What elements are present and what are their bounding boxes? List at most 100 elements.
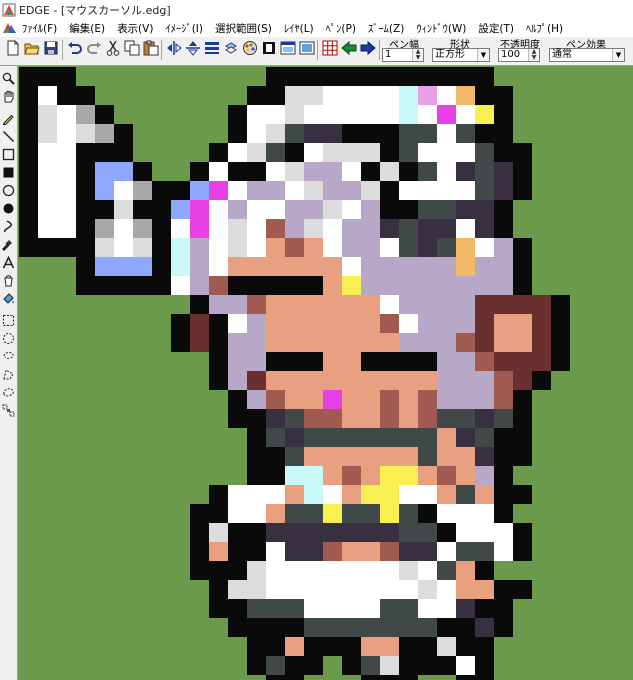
pixel bbox=[304, 561, 323, 580]
pixel bbox=[228, 295, 247, 314]
pixel bbox=[342, 276, 361, 295]
opacity-spinner[interactable]: 100 ▲ ▼ bbox=[498, 48, 540, 62]
dropdown-arrow-icon[interactable]: ▼ bbox=[612, 49, 624, 61]
undo-icon[interactable] bbox=[66, 39, 84, 57]
ellipse-select-icon[interactable] bbox=[1, 330, 16, 346]
rectangle-tool-icon[interactable] bbox=[1, 146, 16, 162]
menu-selection[interactable]: 選択範囲(S) bbox=[215, 21, 272, 36]
pixel bbox=[418, 257, 437, 276]
menu-help[interactable]: ﾍﾙﾌﾟ(H) bbox=[526, 21, 563, 36]
document-icon[interactable] bbox=[2, 21, 18, 35]
pixel bbox=[532, 295, 551, 314]
pencil-icon[interactable] bbox=[1, 110, 16, 126]
filled-ellipse-icon[interactable] bbox=[1, 200, 16, 216]
pixel bbox=[285, 485, 304, 504]
flip-vertical-icon[interactable] bbox=[184, 39, 202, 57]
copy-icon[interactable] bbox=[123, 39, 141, 57]
lasso-select-icon[interactable] bbox=[1, 348, 16, 364]
layer-icon[interactable] bbox=[222, 39, 240, 57]
pixel bbox=[380, 447, 399, 466]
menu-settings[interactable]: 設定(T) bbox=[478, 21, 514, 36]
new-file-icon[interactable] bbox=[4, 39, 22, 57]
preview-window-icon[interactable] bbox=[279, 39, 297, 57]
horizontal-lines-icon[interactable] bbox=[203, 39, 221, 57]
menu-pen[interactable]: ﾍﾟﾝ(P) bbox=[326, 21, 356, 36]
pixel bbox=[76, 200, 95, 219]
hand-tool-icon[interactable] bbox=[1, 88, 16, 104]
pixel bbox=[171, 181, 190, 200]
zoom-magnifier-icon[interactable] bbox=[1, 70, 16, 86]
flip-horizontal-icon[interactable] bbox=[165, 39, 183, 57]
pixel bbox=[57, 124, 76, 143]
pixel bbox=[551, 352, 570, 371]
pen-effect-select[interactable]: 通常 ▼ bbox=[549, 48, 625, 62]
open-folder-icon[interactable] bbox=[23, 39, 41, 57]
pixel bbox=[285, 295, 304, 314]
menu-image[interactable]: ｲﾒｰｼﾞ(I) bbox=[165, 21, 203, 36]
text-tool-icon[interactable] bbox=[1, 254, 16, 270]
save-disk-icon[interactable] bbox=[42, 39, 60, 57]
bucket-icon[interactable] bbox=[1, 272, 16, 288]
pixel bbox=[361, 618, 380, 637]
pixel bbox=[247, 523, 266, 542]
pixel bbox=[456, 542, 475, 561]
spinner-arrows-icon[interactable]: ▲ ▼ bbox=[412, 49, 423, 61]
redo-icon[interactable] bbox=[85, 39, 103, 57]
filled-rectangle-icon[interactable] bbox=[1, 164, 16, 180]
pixel bbox=[304, 352, 323, 371]
pixel bbox=[247, 485, 266, 504]
color-palette-icon[interactable] bbox=[241, 39, 259, 57]
menu-edit[interactable]: 編集(E) bbox=[69, 21, 105, 36]
pixel bbox=[285, 580, 304, 599]
pixel bbox=[437, 238, 456, 257]
menu-view[interactable]: 表示(V) bbox=[117, 21, 153, 36]
pen-width-spinner[interactable]: 1 ▲ ▼ bbox=[382, 48, 424, 62]
menu-file[interactable]: ﾌｧｲﾙ(F) bbox=[22, 21, 57, 36]
pixel bbox=[380, 86, 399, 105]
drawing-canvas[interactable] bbox=[18, 66, 633, 680]
shape-select[interactable]: 正方形 ▼ bbox=[432, 48, 490, 62]
pixel bbox=[190, 162, 209, 181]
display-window-icon[interactable] bbox=[298, 39, 316, 57]
previous-arrow-icon[interactable] bbox=[340, 39, 358, 57]
pixel bbox=[266, 580, 285, 599]
pixel bbox=[380, 67, 399, 86]
pixel bbox=[399, 599, 418, 618]
pixel bbox=[418, 105, 437, 124]
cut-scissors-icon[interactable] bbox=[104, 39, 122, 57]
rect-select-icon[interactable] bbox=[1, 312, 16, 328]
dropdown-arrow-icon[interactable]: ▼ bbox=[477, 49, 489, 61]
pixel bbox=[494, 238, 513, 257]
spinner-arrows-icon[interactable]: ▲ ▼ bbox=[528, 49, 539, 61]
menu-layer[interactable]: ﾚｲﾔ(L) bbox=[284, 21, 314, 36]
polygon-select-icon[interactable] bbox=[1, 366, 16, 382]
pixel bbox=[95, 257, 114, 276]
pixel bbox=[266, 105, 285, 124]
pixel bbox=[494, 333, 513, 352]
pixel bbox=[342, 105, 361, 124]
free-select-icon[interactable] bbox=[1, 384, 16, 400]
pixel bbox=[380, 371, 399, 390]
hammer-tool-icon[interactable] bbox=[1, 236, 16, 252]
color-select-icon[interactable] bbox=[1, 402, 16, 418]
pixel bbox=[513, 447, 532, 466]
grid-icon[interactable] bbox=[321, 39, 339, 57]
pixel bbox=[342, 599, 361, 618]
next-arrow-icon[interactable] bbox=[359, 39, 377, 57]
pixel bbox=[133, 219, 152, 238]
ellipse-tool-icon[interactable] bbox=[1, 182, 16, 198]
menu-zoom[interactable]: ｽﾞｰﾑ(Z) bbox=[368, 21, 404, 36]
pixel bbox=[304, 295, 323, 314]
pixel bbox=[380, 333, 399, 352]
pixel bbox=[475, 295, 494, 314]
pixel bbox=[342, 656, 361, 675]
pixel bbox=[475, 656, 494, 675]
pixel bbox=[475, 238, 494, 257]
paste-icon[interactable] bbox=[142, 39, 160, 57]
fill-tool-icon[interactable] bbox=[1, 290, 16, 306]
film-strip-icon[interactable] bbox=[260, 39, 278, 57]
pixel bbox=[399, 618, 418, 637]
curve-tool-icon[interactable] bbox=[1, 218, 16, 234]
line-tool-icon[interactable] bbox=[1, 128, 16, 144]
menu-window[interactable]: ｳｨﾝﾄﾞｳ(W) bbox=[416, 21, 466, 36]
